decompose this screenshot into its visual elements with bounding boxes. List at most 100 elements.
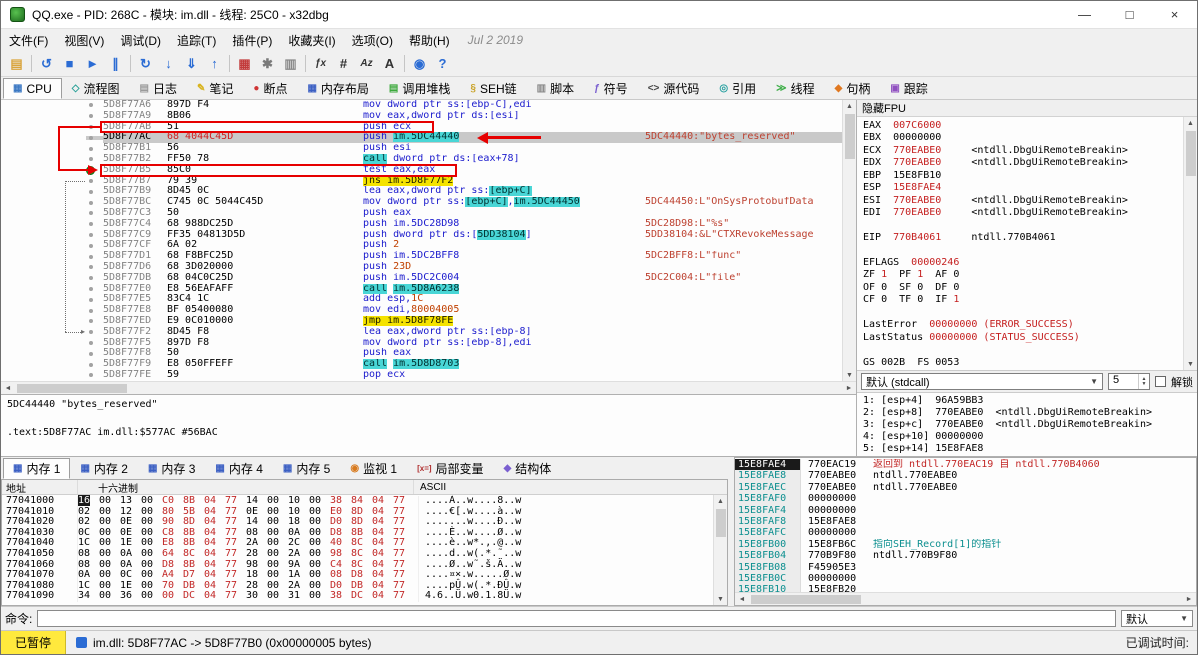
tab-script[interactable]: ▥ 脚本 <box>527 78 584 99</box>
tab-locals[interactable]: [x=] 局部变量 <box>407 458 493 479</box>
breakpoint-column[interactable] <box>86 211 103 216</box>
menu-item-1[interactable]: 视图(V) <box>56 29 112 51</box>
disasm-hscrollbar[interactable]: ◄ ► <box>1 381 856 394</box>
calculator-fx-button[interactable]: ƒx <box>309 53 332 75</box>
font-button[interactable]: A <box>378 53 401 75</box>
disasm-vscrollbar[interactable]: ▲ ▼ <box>842 100 856 381</box>
assemble-button[interactable]: Az <box>355 53 378 75</box>
breakpoint-column[interactable] <box>86 254 103 259</box>
unlock-checkbox[interactable] <box>1155 376 1166 387</box>
disassembly-view[interactable]: 5D8F77A6 897D F4 mov dword ptr ss:[ebp-C],… <box>1 100 842 381</box>
scroll-up-icon[interactable]: ▲ <box>717 495 724 507</box>
tab-dump-5[interactable]: ▦ 内存 5 <box>273 458 340 479</box>
tab-symbols[interactable]: ƒ 符号 <box>584 78 638 99</box>
disasm-row[interactable]: 5D8F77DB 68 04C0C25D push im.5DC2C004 5DC2C… <box>1 272 842 284</box>
breakpoint-column[interactable] <box>86 243 103 248</box>
register-line[interactable]: EBX 00000000 <box>863 132 1183 144</box>
registers-view[interactable]: EAX 007C6000 EBX 00000000 ECX 770EABE0 <nt… <box>857 117 1183 370</box>
menu-item-0[interactable]: 文件(F) <box>1 29 56 51</box>
calling-convention-select[interactable]: 默认 (stdcall) ▼ <box>861 373 1103 390</box>
register-line[interactable]: GS 002B FS 0053 <box>863 357 1183 369</box>
register-line[interactable]: ESP 15E8FAE4 <box>863 182 1183 194</box>
dump-selected-byte[interactable]: 16 <box>78 495 91 506</box>
register-line[interactable]: EFLAGS 00000246 <box>863 257 1183 269</box>
menu-item-7[interactable]: 帮助(H) <box>401 29 458 51</box>
breakpoint-column[interactable] <box>86 114 103 119</box>
tab-cpu[interactable]: ▦ CPU <box>3 78 62 99</box>
maximize-icon[interactable]: □ <box>1107 1 1152 28</box>
breakpoint-column[interactable] <box>86 265 103 270</box>
breakpoint-column[interactable] <box>86 286 103 291</box>
register-line[interactable] <box>863 245 1183 257</box>
disasm-row[interactable]: 5D8F77A9 8B06 mov eax,dword ptr ds:[esi] <box>1 110 842 122</box>
scroll-left-icon[interactable]: ◄ <box>1 385 15 392</box>
tab-memory-map[interactable]: ▦ 内存布局 <box>297 78 378 99</box>
scroll-right-icon[interactable]: ► <box>1182 596 1196 603</box>
stack-row[interactable]: 15E8FAF4 00000000 <box>735 504 1196 516</box>
scroll-left-icon[interactable]: ◄ <box>735 596 749 603</box>
menu-item-2[interactable]: 调试(D) <box>112 29 169 51</box>
breakpoint-column[interactable] <box>86 373 103 378</box>
registers-vscrollbar[interactable]: ▲ ▼ <box>1183 117 1197 370</box>
tab-threads[interactable]: ≫ 线程 <box>766 78 824 99</box>
breakpoint-column[interactable] <box>86 146 103 151</box>
step-into-button[interactable]: ↓ <box>157 53 180 75</box>
breakpoint-column[interactable] <box>86 222 103 227</box>
stack-view[interactable]: 15E8FAE4 770EAC19 返回到 ntdll.770EAC19 自 ntd… <box>734 457 1197 606</box>
scroll-down-icon[interactable]: ▼ <box>846 369 853 381</box>
patches-button[interactable]: ▦ <box>233 53 256 75</box>
stack-row[interactable]: 15E8FAEC 770EABE0 ntdll.770EABE0 <box>735 481 1196 494</box>
step-out-button[interactable]: ↑ <box>203 53 226 75</box>
scrollbar-thumb[interactable] <box>17 383 127 393</box>
help-button[interactable]: ? <box>431 53 454 75</box>
dump-row[interactable]: 77041050 08 00 0A 00 64 8C 04 77 28 00 2A 00 98 8C 04 77… <box>2 548 713 560</box>
memory-dump-view[interactable]: 地址 十六进制 ASCII 77041000 16 00 13 00 C0 8B 04 77 14… <box>1 479 728 606</box>
tab-notes[interactable]: ✎ 笔记 <box>187 78 243 99</box>
minimize-icon[interactable]: — <box>1062 1 1107 28</box>
register-line[interactable]: EDI 770EABE0 <ntdll.DbgUiRemoteBreakin> <box>863 207 1183 219</box>
tab-dump-2[interactable]: ▦ 内存 2 <box>70 458 137 479</box>
argument-line[interactable]: 3: [esp+c] 770EABE0 <ntdll.DbgUiRemoteBr… <box>863 419 1197 431</box>
close-icon[interactable]: × <box>1152 1 1197 28</box>
scrollbar-thumb[interactable] <box>844 114 855 159</box>
register-line[interactable]: OF 0 SF 0 DF 0 <box>863 282 1183 294</box>
tab-seh[interactable]: § SEH链 <box>460 78 526 99</box>
stack-row[interactable]: 15E8FB0C 00000000 <box>735 572 1196 585</box>
register-line[interactable]: ZF 1 PF 1 AF 0 <box>863 269 1183 281</box>
scroll-up-icon[interactable]: ▲ <box>846 100 853 112</box>
breakpoint-column[interactable] <box>86 200 103 205</box>
stack-row[interactable]: 15E8FAFC 00000000 <box>735 527 1196 539</box>
scrollbar-thumb[interactable] <box>751 594 861 604</box>
tab-references[interactable]: ◎ 引用 <box>709 78 766 99</box>
register-line[interactable]: LastError 00000000 (ERROR_SUCCESS) <box>863 319 1183 331</box>
stack-row[interactable]: 15E8FB10 15E8FB20 <box>735 584 1196 592</box>
run-trace-button[interactable]: ↻ <box>134 53 157 75</box>
breakpoint-column[interactable] <box>86 319 103 324</box>
scroll-down-icon[interactable]: ▼ <box>1187 358 1194 370</box>
stack-row[interactable]: 15E8FAF0 00000000 <box>735 493 1196 505</box>
disasm-row[interactable]: 5D8F77F2 8D45 F8 lea eax,dword ptr ss:[ebp… <box>1 326 842 338</box>
tab-source[interactable]: <> 源代码 <box>638 78 710 99</box>
tab-log[interactable]: ▤ 日志 <box>130 78 187 99</box>
tab-dump-4[interactable]: ▦ 内存 4 <box>205 458 272 479</box>
breakpoint-column[interactable] <box>86 178 103 183</box>
tab-dump-1[interactable]: ▦ 内存 1 <box>3 458 71 479</box>
disasm-row[interactable]: 5D8F77B5 85C0 test eax,eax <box>1 164 842 176</box>
argument-count-spinner[interactable]: 5 ▲ ▼ <box>1108 373 1150 390</box>
menu-item-4[interactable]: 插件(P) <box>224 29 280 51</box>
breakpoint-column[interactable] <box>86 165 103 175</box>
register-line[interactable] <box>863 220 1183 232</box>
register-line[interactable]: ESI 770EABE0 <ntdll.DbgUiRemoteBreakin> <box>863 195 1183 207</box>
hide-fpu-button[interactable]: 隐藏FPU <box>857 100 1197 117</box>
register-line[interactable]: EDX 770EABE0 <ntdll.DbgUiRemoteBreakin> <box>863 157 1183 169</box>
breakpoint-column[interactable] <box>86 308 103 313</box>
breakpoint-column[interactable] <box>86 135 103 140</box>
settings-button[interactable]: ✱ <box>256 53 279 75</box>
breakpoint-column[interactable] <box>86 124 103 129</box>
pause-button[interactable]: ∥ <box>104 53 127 75</box>
dump-row[interactable]: 77041090 34 00 36 00 00 DC 04 77 30 00 31 00 38 DC 04 77… <box>2 591 713 602</box>
scrollbar-thumb[interactable] <box>1185 131 1196 176</box>
dump-row[interactable]: 77041000 16 00 13 00 C0 8B 04 77 14 00 10 00 38 84 04 77… <box>2 495 713 507</box>
open-file-button[interactable]: ▤ <box>5 53 28 75</box>
breakpoint-dot-icon[interactable] <box>86 165 95 175</box>
